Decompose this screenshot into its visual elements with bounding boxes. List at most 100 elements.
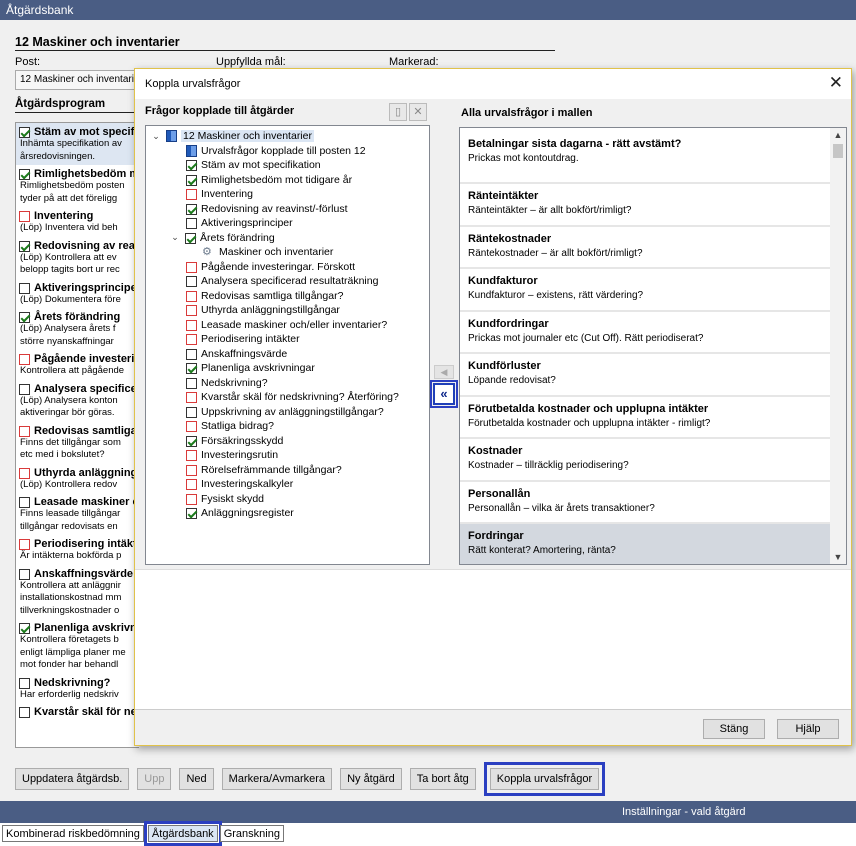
action-item[interactable]: Periodisering intäkter Är intäkterna bokf… [16, 535, 139, 565]
tab-1[interactable]: Åtgärdsbank [143, 821, 222, 846]
tree-checkbox[interactable] [186, 218, 197, 230]
tree-node[interactable]: Kvarstår skäl för nedskrivning? Återföri… [146, 390, 429, 405]
tree-checkbox[interactable] [186, 334, 197, 346]
tree-node[interactable]: ⌄ Årets förändring [146, 231, 429, 246]
action-checkbox[interactable] [19, 467, 30, 479]
tree-node[interactable]: Fysiskt skydd [146, 492, 429, 507]
tree-node[interactable]: Urvalsfrågor kopplade till posten 12 [146, 144, 429, 159]
tree-checkbox[interactable] [186, 305, 197, 317]
action-item[interactable]: Redovisas samtliga tillgångarFinns det t… [16, 422, 139, 464]
question-item[interactable]: Räntekostnader Räntekostnader – är allt b… [460, 227, 846, 269]
double-chevron-left-icon[interactable]: « [430, 380, 458, 408]
tree-node[interactable]: Försäkringsskydd [146, 434, 429, 449]
action-item[interactable]: Pågående investeringarKontrollera att på… [16, 350, 139, 380]
mark-button[interactable]: Markera/Avmarkera [221, 768, 333, 790]
tree-checkbox[interactable] [186, 435, 197, 447]
question-item[interactable]: Ränteintäkter Ränteintäkter – är allt bok… [460, 184, 846, 227]
chevron-down-icon[interactable]: ⌄ [150, 131, 162, 142]
tree-checkbox[interactable] [186, 493, 197, 505]
action-checkbox[interactable] [19, 677, 30, 689]
action-checkbox[interactable] [19, 312, 30, 323]
tree-checkbox[interactable] [186, 421, 197, 433]
action-checkbox[interactable] [19, 169, 30, 180]
question-item[interactable]: Förutbetalda kostnader och upplupna intä… [460, 397, 846, 439]
scroll-thumb[interactable] [833, 144, 843, 158]
action-checkbox[interactable] [19, 211, 30, 222]
tree-node[interactable]: Uthyrda anläggningstillgångar [146, 303, 429, 318]
action-checkbox[interactable] [19, 568, 30, 580]
tree-checkbox[interactable] [186, 479, 197, 491]
action-item[interactable]: Anskaffningsvärde Kontrollera att anläggn… [16, 565, 139, 620]
action-item[interactable]: Planenliga avskrivningarKontrollera före… [16, 619, 139, 674]
arrow-left-disabled-icon[interactable]: ◀ [434, 365, 454, 379]
tree-checkbox[interactable] [185, 232, 196, 244]
close-button[interactable]: Stäng [703, 719, 765, 739]
tree-node[interactable]: Analysera specificerad resultaträkning [146, 274, 429, 289]
action-item[interactable]: Uthyrda anläggningstillgångar(Löp) Kontr… [16, 464, 139, 494]
tree-checkbox[interactable] [186, 348, 197, 360]
close-icon[interactable]: ✕ [829, 73, 843, 93]
action-item[interactable]: Redovisning av reavinst/-förlust(Löp) Ko… [16, 237, 139, 279]
tree-checkbox[interactable] [186, 363, 197, 375]
tree-node[interactable]: Anläggningsregister [146, 506, 429, 521]
tree-checkbox[interactable] [186, 392, 197, 404]
tree-node[interactable]: Pågående investeringar. Förskott [146, 260, 429, 275]
action-item[interactable]: Kvarstår skäl för nedskrivning? [16, 703, 139, 720]
question-item[interactable]: Fordringar Rätt konterat? Amortering, rän… [460, 524, 846, 564]
action-checkbox[interactable] [19, 539, 30, 550]
action-item[interactable]: Rimlighetsbedöm mot tidigare årRimlighet… [16, 165, 139, 207]
tree-node[interactable]: Rörelsefrämmande tillgångar? [146, 463, 429, 478]
tree-checkbox[interactable] [186, 508, 197, 520]
delete-action-button[interactable]: Ta bort åtg [409, 768, 476, 790]
update-button[interactable]: Uppdatera åtgärdsb. [15, 768, 130, 790]
tree-node[interactable]: Statliga bidrag? [146, 419, 429, 434]
action-item[interactable]: Årets förändring (Löp) Analysera årets f … [16, 308, 139, 350]
action-checkbox[interactable] [19, 707, 30, 718]
tree-checkbox[interactable] [186, 464, 197, 476]
tree-node[interactable]: Investeringsrutin [146, 448, 429, 463]
down-button[interactable]: Ned [179, 768, 214, 790]
tree-checkbox[interactable] [186, 276, 197, 288]
tree-node[interactable]: Redovisas samtliga tillgångar? [146, 289, 429, 304]
tree-checkbox[interactable] [186, 290, 197, 302]
question-item[interactable]: Betalningar sista dagarna - rätt avstämt… [460, 128, 846, 184]
action-checkbox[interactable] [19, 497, 30, 508]
tree-node[interactable]: Leasade maskiner och/eller inventarier? [146, 318, 429, 333]
action-item[interactable]: Aktiveringsprinciper (Löp) Dokumentera fö… [16, 279, 139, 309]
tree-node[interactable]: Uppskrivning av anläggningstillgångar? [146, 405, 429, 420]
action-item[interactable]: Leasade maskiner och/ellerFinns leasade … [16, 493, 139, 535]
post-select[interactable]: 12 Maskiner och inventarier [15, 70, 140, 90]
action-checkbox[interactable] [19, 623, 30, 634]
action-checkbox[interactable] [19, 127, 30, 138]
all-questions-list[interactable]: Betalningar sista dagarna - rätt avstämt… [459, 127, 847, 565]
questions-scrollbar[interactable]: ▲ ▼ [830, 128, 846, 564]
action-checkbox[interactable] [19, 383, 30, 395]
tree-node[interactable]: Aktiveringsprinciper [146, 216, 429, 231]
tree-node[interactable]: Stäm av mot specifikation [146, 158, 429, 173]
tab-2[interactable]: Granskning [219, 825, 284, 842]
action-checkbox[interactable] [19, 282, 30, 294]
tree-checkbox[interactable] [186, 174, 197, 186]
tree-checkbox[interactable] [186, 203, 197, 215]
action-item[interactable]: Stäm av mot specifikationInhämta specifi… [16, 123, 139, 165]
tree-checkbox[interactable] [186, 406, 197, 418]
question-item[interactable]: Kundfordringar Prickas mot journaler etc … [460, 312, 846, 354]
tree-checkbox[interactable] [186, 377, 197, 389]
new-document-icon[interactable]: ▯ [389, 103, 407, 121]
action-checkbox[interactable] [19, 425, 30, 437]
tree-checkbox[interactable] [186, 319, 197, 331]
tree-node[interactable]: Planenliga avskrivningar [146, 361, 429, 376]
tab-0[interactable]: Kombinerad riskbedömning [2, 825, 144, 842]
tree-checkbox[interactable] [186, 160, 197, 172]
tree-node[interactable]: Anskaffningsvärde [146, 347, 429, 362]
question-item[interactable]: Kundfakturor Kundfakturor – existens, rät… [460, 269, 846, 312]
tree-node[interactable]: Rimlighetsbedöm mot tidigare år [146, 173, 429, 188]
action-item[interactable]: Inventering (Löp) Inventera vid beh [16, 207, 139, 237]
tree-node[interactable]: Inventering [146, 187, 429, 202]
action-list[interactable]: Stäm av mot specifikationInhämta specifi… [15, 122, 139, 748]
linked-questions-tree[interactable]: ⌄ 12 Maskiner och inventarier Urvalsfrågor… [145, 125, 430, 565]
scroll-down-icon[interactable]: ▼ [830, 550, 846, 564]
action-item[interactable]: Analysera specificerad(Löp) Analysera ko… [16, 380, 139, 422]
question-item[interactable]: Kundförluster Löpande redovisat? [460, 354, 846, 397]
question-item[interactable]: Personallån Personallån – vilka är årets … [460, 482, 846, 524]
